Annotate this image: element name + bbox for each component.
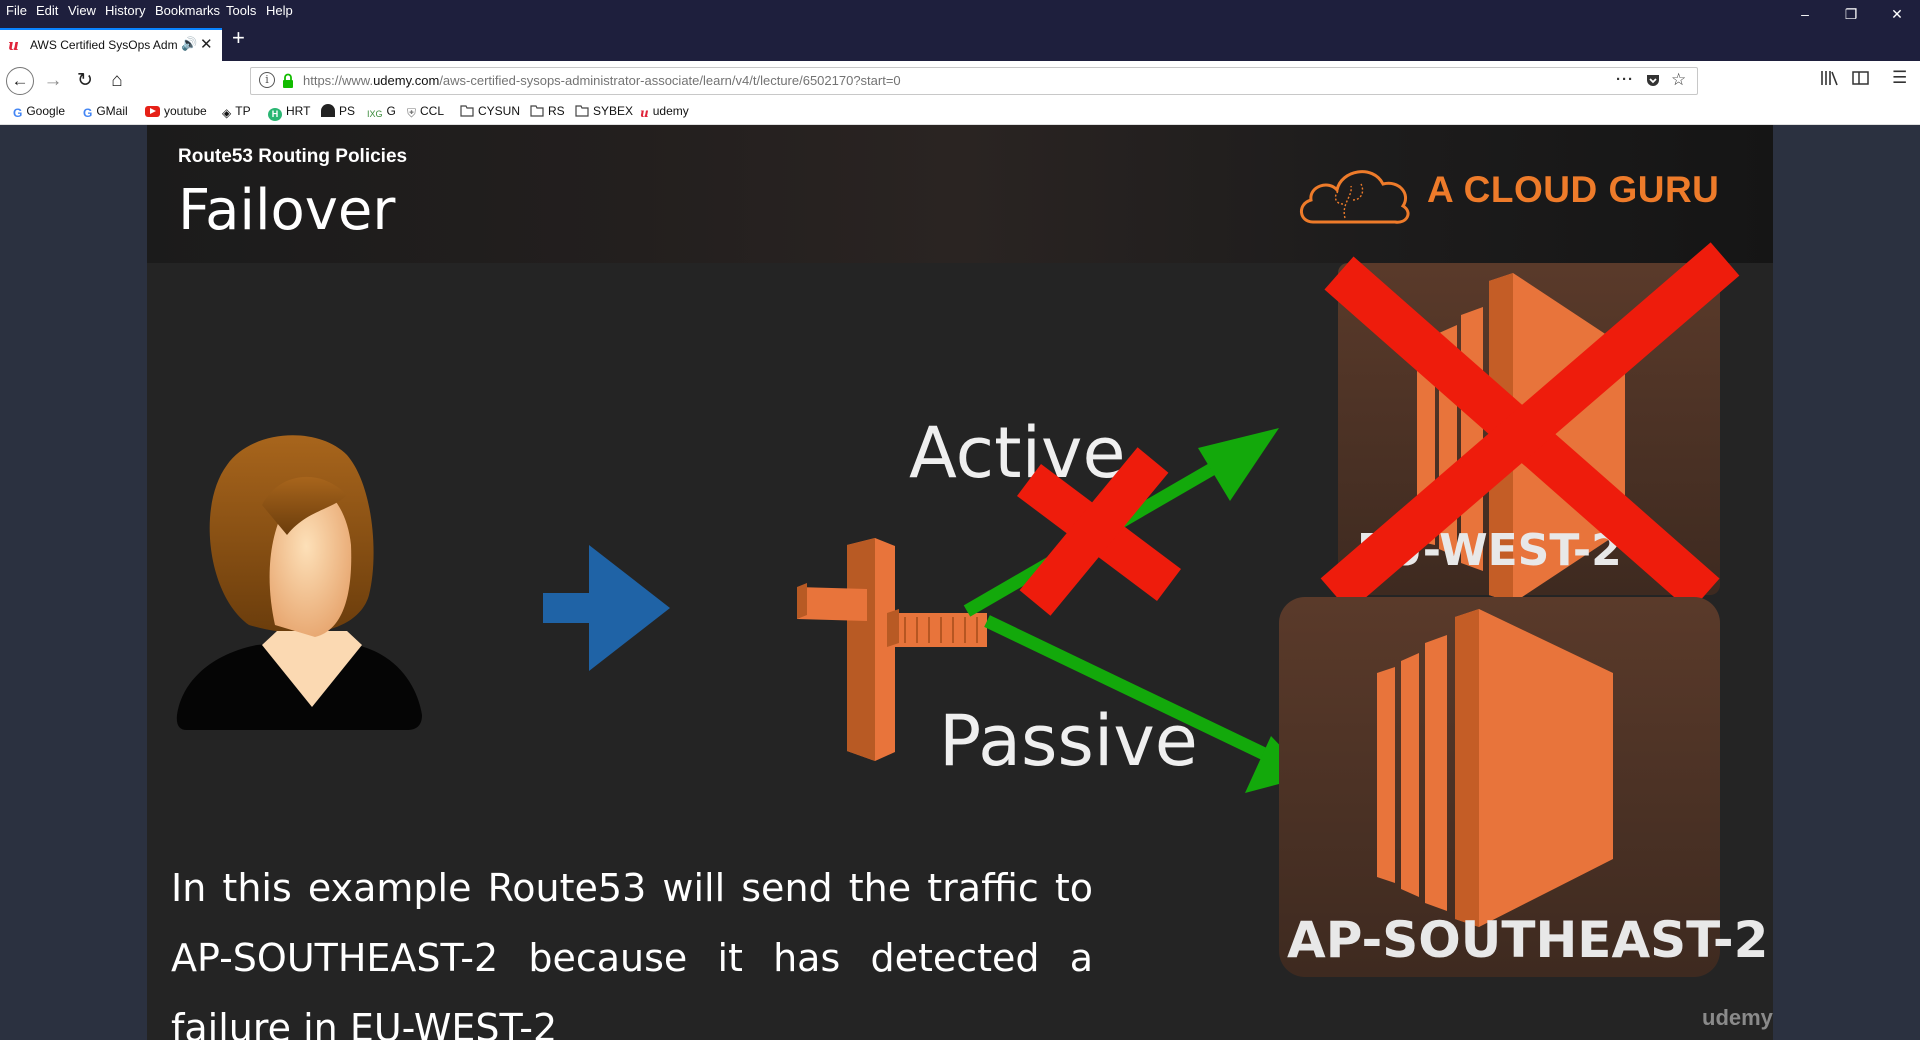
- bookmarks-toolbar: G Google G GMail youtube ◈ TP H HRT PS IXG G …: [0, 101, 1920, 125]
- nav-bar: ← → ↻ ⌂ i https://www.udemy.com/aws-cert…: [0, 61, 1920, 101]
- g-icon: IXG: [367, 109, 383, 119]
- browser-chrome: File Edit View History Bookmarks Tools H…: [0, 0, 1920, 125]
- bookmark-rs[interactable]: RS: [530, 104, 565, 118]
- close-tab-icon[interactable]: ✕: [200, 35, 213, 53]
- region-ap-southeast-2: AP-SOUTHEAST-2: [1279, 597, 1768, 977]
- speaker-icon[interactable]: 🔊: [181, 36, 197, 52]
- back-button[interactable]: ←: [6, 67, 34, 95]
- hrt-icon: H: [268, 108, 282, 121]
- tp-icon: ◈: [222, 106, 232, 120]
- new-tab-button[interactable]: +: [232, 25, 245, 51]
- home-button[interactable]: ⌂: [104, 68, 130, 94]
- bookmark-youtube[interactable]: youtube: [145, 104, 207, 118]
- lecture-slide: Route53 Routing Policies Failover A CLOU…: [147, 125, 1773, 1040]
- sidebar-icon[interactable]: [1852, 70, 1870, 86]
- menu-history[interactable]: History: [105, 3, 145, 18]
- library-icon[interactable]: [1820, 70, 1838, 86]
- menu-bar: File Edit View History Bookmarks Tools H…: [0, 0, 1920, 24]
- url-text[interactable]: https://www.udemy.com/aws-certified-syso…: [303, 73, 901, 88]
- tab-active[interactable]: u AWS Certified SysOps Admi 🔊 ✕: [0, 28, 222, 61]
- hamburger-menu-icon[interactable]: ☰: [1892, 68, 1907, 88]
- traffic-arrow-icon: [543, 545, 670, 671]
- udemy-icon: u: [640, 106, 649, 120]
- bookmark-ccl[interactable]: ⛨ CCL: [407, 104, 444, 120]
- udemy-watermark: udemy: [1702, 1005, 1773, 1030]
- video-player[interactable]: Route53 Routing Policies Failover A CLOU…: [0, 125, 1920, 1040]
- user-avatar-icon: [176, 435, 422, 730]
- ps-icon: [321, 104, 335, 117]
- google-icon: G: [83, 106, 93, 120]
- youtube-icon: [145, 106, 160, 117]
- menu-bookmarks[interactable]: Bookmarks: [155, 3, 220, 18]
- bookmark-cysun[interactable]: CYSUN: [460, 104, 520, 118]
- forward-button[interactable]: →: [40, 68, 66, 94]
- pocket-icon[interactable]: [1645, 73, 1661, 89]
- menu-tools[interactable]: Tools: [226, 3, 256, 18]
- reload-button[interactable]: ↻: [72, 68, 98, 94]
- info-icon[interactable]: i: [259, 72, 275, 88]
- folder-icon: [575, 105, 589, 117]
- bookmark-sybex[interactable]: SYBEX: [575, 104, 633, 118]
- bookmark-star-icon[interactable]: ☆: [1671, 70, 1686, 90]
- menu-edit[interactable]: Edit: [36, 3, 58, 18]
- region-label-ap-southeast-2: AP-SOUTHEAST-2: [1287, 911, 1768, 969]
- bookmark-g[interactable]: IXG G: [367, 104, 396, 122]
- bookmark-google[interactable]: G Google: [13, 104, 65, 120]
- tab-title: AWS Certified SysOps Admi: [30, 38, 178, 52]
- folder-icon: [460, 105, 474, 117]
- menu-file[interactable]: File: [6, 3, 27, 18]
- url-bar[interactable]: i https://www.udemy.com/aws-certified-sy…: [250, 67, 1698, 95]
- menu-view[interactable]: View: [68, 3, 96, 18]
- bookmark-udemy[interactable]: u udemy: [640, 104, 689, 120]
- bookmark-hrt[interactable]: H HRT: [268, 104, 310, 121]
- slide-caption: In this example Route53 will send the tr…: [171, 866, 1093, 1040]
- active-label: Active: [909, 412, 1126, 494]
- shield-icon: ⛨: [407, 106, 417, 120]
- google-icon: G: [13, 106, 23, 120]
- udemy-icon: u: [8, 36, 19, 54]
- folder-icon: [530, 105, 544, 117]
- bookmark-tp[interactable]: ◈ TP: [222, 104, 251, 120]
- bookmark-gmail[interactable]: G GMail: [83, 104, 128, 120]
- menu-help[interactable]: Help: [266, 3, 293, 18]
- tab-bar: u AWS Certified SysOps Admi 🔊 ✕ +: [0, 24, 1920, 61]
- page-actions-icon[interactable]: ···: [1616, 71, 1634, 88]
- lock-icon[interactable]: [282, 73, 294, 88]
- bookmark-ps[interactable]: PS: [321, 104, 355, 118]
- passive-label: Passive: [939, 700, 1198, 782]
